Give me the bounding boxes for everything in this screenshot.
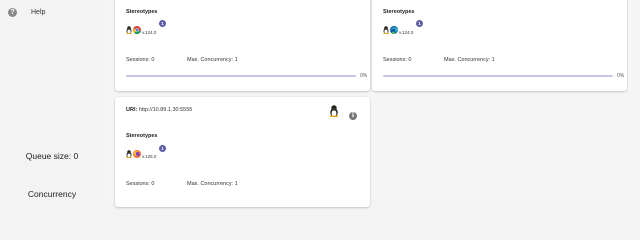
stereotypes-title: Stereotypes [383,9,415,15]
browser-version: v.124.0 [142,30,157,35]
info-icon[interactable]: i [349,112,357,120]
node-card-firefox: URI: http://10.89.1.30:5555 i Stereotype… [115,97,370,207]
max-concurrency: Max. Concurrency: 1 [444,57,495,63]
queue-size: Queue size: 0 [25,151,79,161]
help-icon: ? [8,8,17,17]
uri-label: URI: [126,107,138,113]
sessions-count: Sessions: 0 [126,57,155,63]
help-label: Help [31,9,46,16]
usage-progress-bar [126,75,356,77]
linux-icon [383,26,389,34]
node-card-chrome: Stereotypes v.124.0 1 Sessions: 0 Max. C… [115,0,370,91]
usage-percent: 0% [617,73,625,79]
sidebar-item-help[interactable]: ? Help [8,8,45,17]
edge-icon [390,26,398,34]
concurrency-label: Concurrency [27,189,77,199]
stereotypes-title: Stereotypes [126,133,158,139]
stereotype-row: v.125.0 [126,149,156,159]
usage-progress-bar [383,75,613,77]
usage-percent: 0% [360,73,368,79]
linux-icon [126,26,132,34]
slot-count-badge: 1 [416,20,423,27]
node-card-edge: Stereotypes v.124.0 1 Sessions: 0 Max. C… [372,0,627,91]
browser-version: v.124.0 [399,30,414,35]
node-stats: Sessions: 0 Max. Concurrency: 1 [383,57,495,63]
slot-count-badge: 1 [159,20,166,27]
linux-icon [126,150,132,158]
firefox-icon [133,150,141,158]
stereotype-row: v.124.0 [383,25,413,35]
linux-os-icon [329,105,339,117]
sessions-count: Sessions: 0 [383,57,412,63]
sessions-count: Sessions: 0 [126,181,155,187]
max-concurrency: Max. Concurrency: 1 [187,57,238,63]
stereotypes-title: Stereotypes [126,9,158,15]
max-concurrency: Max. Concurrency: 1 [187,181,238,187]
chrome-icon [133,26,141,34]
node-stats: Sessions: 0 Max. Concurrency: 1 [126,181,238,187]
node-stats: Sessions: 0 Max. Concurrency: 1 [126,57,238,63]
stereotype-row: v.124.0 [126,25,156,35]
sidebar: ? Help Queue size: 0 Concurrency [0,0,104,200]
uri-value: http://10.89.1.30:5555 [138,107,193,113]
main-content: Stereotypes v.124.0 1 Sessions: 0 Max. C… [104,0,640,207]
slot-count-badge: 1 [159,145,166,152]
browser-version: v.125.0 [142,154,157,159]
node-uri: URI: http://10.89.1.30:5555 [126,107,192,113]
